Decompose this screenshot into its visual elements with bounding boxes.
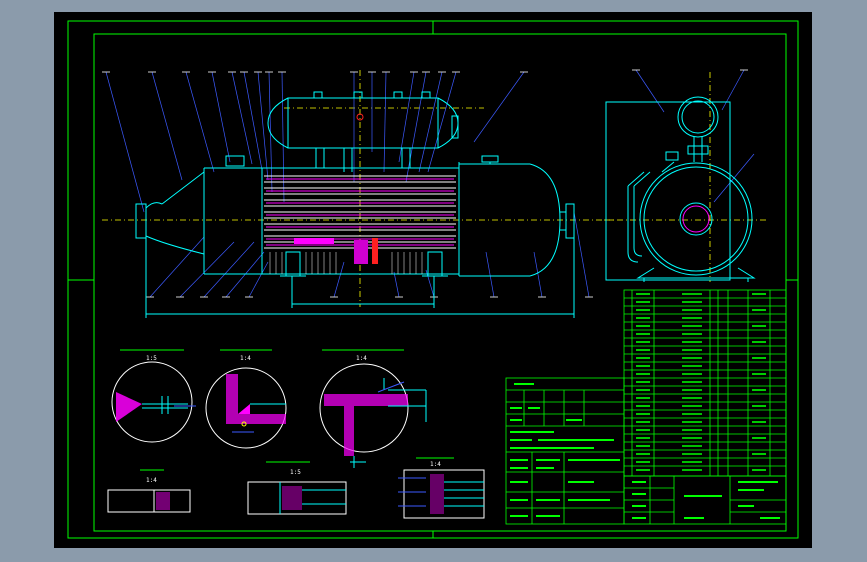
- scale-label-6: 1:4: [430, 461, 441, 468]
- upper-steam-drum: [267, 91, 459, 172]
- leader-lines: [105, 69, 755, 298]
- scale-label-3: 1:4: [356, 355, 367, 362]
- scale-label-4: 1:4: [146, 477, 157, 484]
- section-view-c: [398, 457, 485, 519]
- scale-label-1: 1:5: [146, 355, 157, 362]
- title-block-text-marks: [510, 383, 780, 519]
- detail-views: [107, 349, 485, 519]
- drawing-sheet: 1:5 1:4 1:4 1:4 1:5 1:4: [54, 12, 812, 548]
- title-block: [505, 377, 787, 525]
- scale-label-5: 1:5: [290, 469, 301, 476]
- cad-viewport: 1:5 1:4 1:4 1:4 1:5 1:4: [0, 0, 867, 562]
- leader-ticks: [102, 69, 748, 298]
- end-view: [605, 96, 756, 282]
- scale-label-2: 1:4: [240, 355, 251, 362]
- tube-bundle: [264, 175, 456, 274]
- drawing-canvas: 1:5 1:4 1:4 1:4 1:5 1:4: [67, 20, 799, 539]
- detail-view-3: [319, 349, 427, 468]
- detail-view-1: [111, 349, 196, 443]
- detail-view-2: [205, 349, 287, 449]
- main-vessel-elevation: [135, 155, 575, 318]
- parts-list-text-marks: [636, 293, 766, 471]
- scale-labels: 1:5 1:4 1:4 1:4 1:5 1:4: [146, 355, 441, 484]
